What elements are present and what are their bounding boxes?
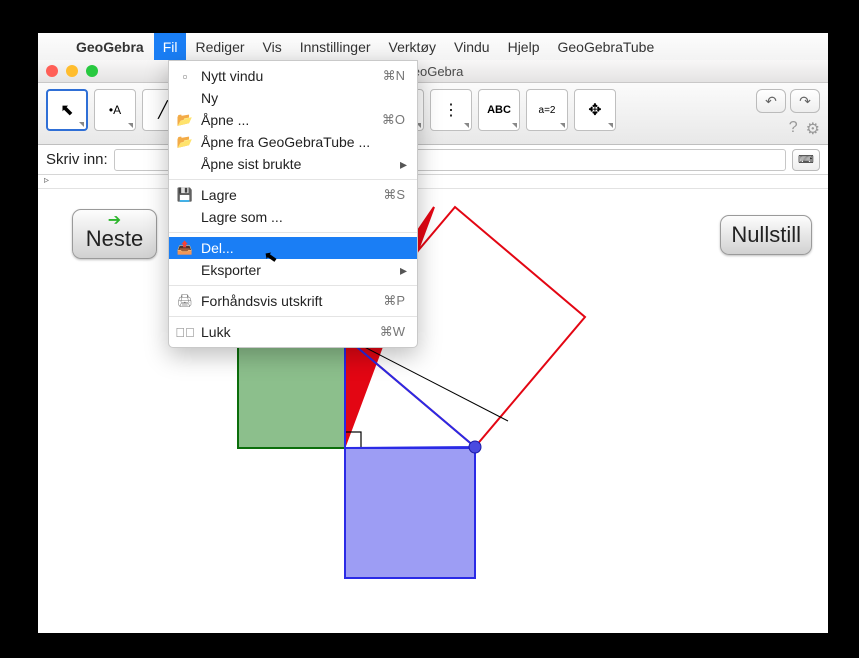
text-tool[interactable]: ABC bbox=[478, 89, 520, 131]
menu-item-icon: 📂 bbox=[177, 112, 193, 128]
settings-icon[interactable]: ⚙ bbox=[806, 119, 820, 139]
menu-item-shortcut: ⌘N bbox=[383, 68, 405, 84]
menu-item-label: Åpne sist brukte bbox=[201, 156, 301, 172]
input-bar: Skriv inn: ⌨ bbox=[38, 145, 828, 175]
menu-item-forh-ndsvis-utskrift[interactable]: 🖨 Forhåndsvis utskrift ⌘P bbox=[169, 290, 417, 312]
menu-item-label: Nytt vindu bbox=[201, 68, 263, 84]
menu-item-lagre-som[interactable]: Lagre som ... bbox=[169, 206, 417, 228]
input-label: Skriv inn: bbox=[46, 151, 108, 168]
toolbar: ⬉ •A ╱ ⊥ ▷ ◯ ◠ ∡ ⋮ ABC a=2 ✥ ↶ ↷ ? ⚙ bbox=[38, 83, 828, 145]
fil-menu-dropdown: ▫ Nytt vindu ⌘N Ny 📂 Åpne ... ⌘O 📂 Åpne fra GeoG… bbox=[168, 60, 418, 348]
system-menubar: GeoGebra Fil Rediger Vis Innstillinger V… bbox=[38, 33, 828, 60]
zoom-window-icon[interactable] bbox=[86, 65, 98, 77]
menu-item-label: Ny bbox=[201, 90, 218, 106]
reflect-tool-icon: ⋮ bbox=[443, 100, 459, 120]
menu-item-shortcut: ⌘W bbox=[380, 324, 405, 340]
slider-tool[interactable]: a=2 bbox=[526, 89, 568, 131]
point-tool[interactable]: •A bbox=[94, 89, 136, 131]
menu-verktoy[interactable]: Verktøy bbox=[380, 33, 445, 60]
window-titlebar: GeoGebra bbox=[38, 60, 828, 83]
line-tool-icon: ╱ bbox=[158, 100, 168, 120]
reflect-tool[interactable]: ⋮ bbox=[430, 89, 472, 131]
menu-item-label: Del... bbox=[201, 240, 234, 256]
menu-item-icon: 📂 bbox=[177, 134, 193, 150]
menu-item-label: Forhåndsvis utskrift bbox=[201, 293, 322, 309]
submenu-arrow-icon: ▸ bbox=[400, 156, 407, 173]
virtual-keyboard-button[interactable]: ⌨ bbox=[792, 149, 820, 171]
menu-item-lagre[interactable]: 💾 Lagre ⌘S bbox=[169, 184, 417, 206]
menu-item-label: Åpne fra GeoGebraTube ... bbox=[201, 134, 370, 150]
menu-rediger[interactable]: Rediger bbox=[186, 33, 253, 60]
menu-item-del[interactable]: 📤 Del... bbox=[169, 237, 417, 259]
menu-item-pne[interactable]: 📂 Åpne ... ⌘O bbox=[169, 109, 417, 131]
menu-item-icon: ▫ bbox=[177, 69, 193, 84]
menu-vindu[interactable]: Vindu bbox=[445, 33, 499, 60]
menu-item-label: Lukk bbox=[201, 324, 231, 340]
menu-item-pne-fra-geogebratube[interactable]: 📂 Åpne fra GeoGebraTube ... bbox=[169, 131, 417, 153]
green-square bbox=[238, 345, 345, 448]
minimize-window-icon[interactable] bbox=[66, 65, 78, 77]
menu-item-nytt-vindu[interactable]: ▫ Nytt vindu ⌘N bbox=[169, 65, 417, 87]
submenu-arrow-icon: ▸ bbox=[400, 262, 407, 279]
menu-item-label: Lagre bbox=[201, 187, 237, 203]
text-tool-icon: ABC bbox=[487, 104, 511, 116]
menu-hjelp[interactable]: Hjelp bbox=[499, 33, 549, 60]
move-view-tool[interactable]: ✥ bbox=[574, 89, 616, 131]
slider-tool-icon: a=2 bbox=[539, 105, 556, 116]
move-view-tool-icon: ✥ bbox=[588, 100, 601, 120]
menu-item-icon: �⃞ bbox=[177, 325, 193, 340]
menu-item-lukk[interactable]: �⃞ Lukk ⌘W bbox=[169, 321, 417, 343]
menu-item-shortcut: ⌘S bbox=[383, 187, 405, 203]
menu-item-shortcut: ⌘O bbox=[382, 112, 405, 128]
menu-item-icon: 📤 bbox=[177, 240, 193, 256]
menu-item-icon: 💾 bbox=[177, 187, 193, 203]
menu-item-icon: 🖨 bbox=[177, 293, 193, 309]
help-icon[interactable]: ? bbox=[789, 119, 798, 139]
menu-vis[interactable]: Vis bbox=[254, 33, 291, 60]
graphics-view[interactable]: ➔ Neste Nullstill bbox=[38, 189, 828, 633]
menu-geogebratube[interactable]: GeoGebraTube bbox=[548, 33, 663, 60]
point-tool-icon: •A bbox=[109, 103, 121, 117]
menu-item-label: Lagre som ... bbox=[201, 209, 283, 225]
blue-square bbox=[345, 448, 475, 578]
geometry-figure bbox=[38, 189, 828, 633]
app-name[interactable]: GeoGebra bbox=[66, 39, 154, 55]
menu-item-label: Åpne ... bbox=[201, 112, 249, 128]
point-right[interactable] bbox=[469, 441, 481, 453]
menu-item-pne-sist-brukte[interactable]: Åpne sist brukte ▸ bbox=[169, 153, 417, 175]
close-window-icon[interactable] bbox=[46, 65, 58, 77]
undo-button[interactable]: ↶ bbox=[756, 89, 786, 113]
menu-item-label: Eksporter bbox=[201, 262, 261, 278]
menu-item-ny[interactable]: Ny bbox=[169, 87, 417, 109]
menu-item-eksporter[interactable]: Eksporter ▸ bbox=[169, 259, 417, 281]
menu-fil[interactable]: Fil bbox=[154, 33, 187, 60]
expand-triangle-icon: ▹ bbox=[44, 175, 49, 186]
panel-toggle-strip[interactable]: ▹ bbox=[38, 175, 828, 189]
move-tool-icon: ⬉ bbox=[60, 100, 73, 120]
move-tool[interactable]: ⬉ bbox=[46, 89, 88, 131]
menu-item-shortcut: ⌘P bbox=[383, 293, 405, 309]
redo-button[interactable]: ↷ bbox=[790, 89, 820, 113]
menu-innstillinger[interactable]: Innstillinger bbox=[291, 33, 380, 60]
